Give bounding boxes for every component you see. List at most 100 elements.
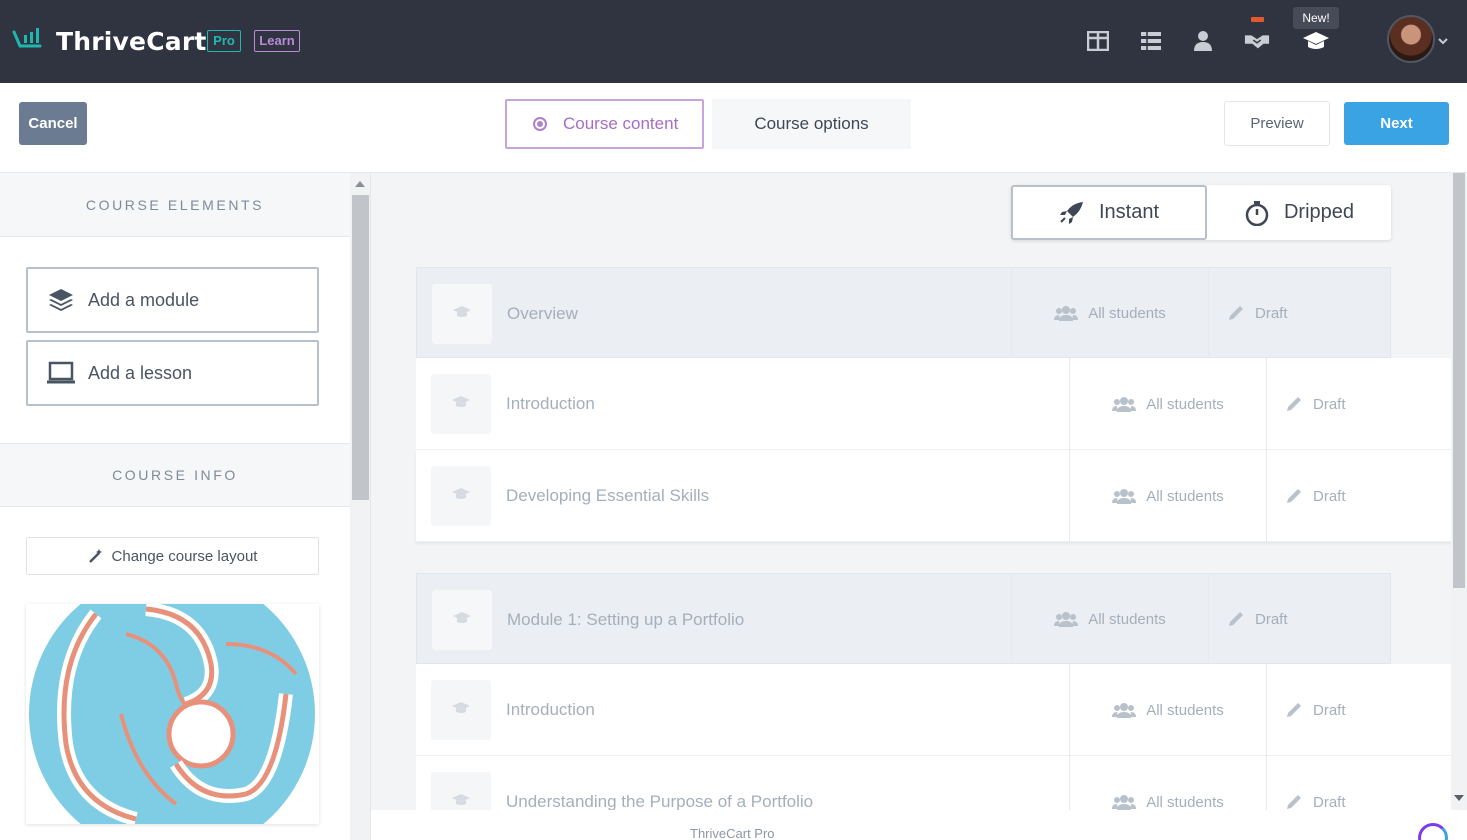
tab-course-options[interactable]: Course options xyxy=(712,99,911,149)
sidebar-scrollbar[interactable] xyxy=(350,173,371,840)
lesson-row[interactable]: Introduction All students Draft xyxy=(416,664,1451,756)
access-setting[interactable]: All students xyxy=(1069,664,1266,756)
thrivecart-logo[interactable]: ThriveCart xyxy=(12,24,207,58)
content-scrollbar[interactable] xyxy=(1451,173,1467,810)
users-icon xyxy=(1112,396,1137,412)
graduation-cap-icon xyxy=(452,395,470,413)
stopwatch-icon xyxy=(1244,200,1270,226)
dripped-option[interactable]: Dripped xyxy=(1207,185,1391,240)
preview-button[interactable]: Preview xyxy=(1224,101,1330,146)
footer-text: ThriveCart Pro xyxy=(690,826,775,840)
graduation-cap-icon xyxy=(452,487,470,505)
access-setting[interactable]: All students xyxy=(1011,268,1208,358)
lesson-row[interactable]: Introduction All students Draft xyxy=(416,358,1451,450)
access-setting[interactable]: All students xyxy=(1069,756,1266,810)
lesson-title: Understanding the Purpose of a Portfolio xyxy=(506,792,814,810)
graduation-cap-icon xyxy=(452,701,470,719)
access-label: All students xyxy=(1146,395,1224,413)
pencil-icon xyxy=(1227,304,1245,322)
users-icon xyxy=(1054,305,1079,321)
course-content-area: Instant Dripped Overview All students Dr… xyxy=(371,173,1451,810)
pencil-icon xyxy=(1285,793,1303,810)
pencil-icon xyxy=(1285,487,1303,505)
module-row[interactable]: Module 1: Setting up a Portfolio All stu… xyxy=(416,573,1391,664)
release-toggle: Instant Dripped xyxy=(1011,185,1391,240)
cart-logo-icon xyxy=(12,26,48,57)
users-icon xyxy=(1112,488,1137,504)
course-cover-image[interactable] xyxy=(26,604,319,824)
add-lesson-button[interactable]: Add a lesson xyxy=(26,340,319,406)
course-elements-heading: COURSE ELEMENTS xyxy=(0,173,350,237)
dashboard-icon[interactable] xyxy=(1085,28,1111,54)
course-sidebar: COURSE ELEMENTS Add a module Add a lesso… xyxy=(0,173,350,840)
scrollbar-thumb[interactable] xyxy=(1453,173,1465,588)
user-avatar[interactable] xyxy=(1387,15,1435,63)
graduation-cap-icon[interactable] xyxy=(1302,28,1330,54)
change-course-layout-button[interactable]: Change course layout xyxy=(26,537,319,575)
lesson-thumbnail xyxy=(431,466,491,526)
lesson-thumbnail xyxy=(431,680,491,740)
users-icon xyxy=(1112,702,1137,718)
instant-option[interactable]: Instant xyxy=(1011,185,1207,240)
add-module-label: Add a module xyxy=(88,289,200,310)
cancel-button[interactable]: Cancel xyxy=(19,102,87,145)
status-setting[interactable]: Draft xyxy=(1266,450,1446,542)
status-setting[interactable]: Draft xyxy=(1266,358,1446,450)
access-label: All students xyxy=(1146,793,1224,811)
status-label: Draft xyxy=(1313,793,1346,811)
status-label: Draft xyxy=(1313,487,1346,505)
access-setting[interactable]: All students xyxy=(1011,574,1208,664)
pencil-icon xyxy=(1285,701,1303,719)
tab-course-content[interactable]: Course content xyxy=(505,99,704,149)
pencil-icon xyxy=(1285,395,1303,413)
status-setting[interactable]: Draft xyxy=(1208,268,1388,358)
learn-badge: Learn xyxy=(254,30,300,52)
layers-icon xyxy=(46,286,76,314)
add-module-button[interactable]: Add a module xyxy=(26,267,319,333)
status-setting[interactable]: Draft xyxy=(1208,574,1388,664)
user-icon[interactable] xyxy=(1190,28,1216,54)
module-group: Overview All students Draft Introduction… xyxy=(416,267,1451,544)
access-setting[interactable]: All students xyxy=(1069,450,1266,542)
status-setting[interactable]: Draft xyxy=(1266,756,1446,810)
notification-indicator xyxy=(1251,17,1264,22)
instant-label: Instant xyxy=(1098,201,1160,223)
lesson-row[interactable]: Developing Essential Skills All students… xyxy=(416,450,1451,542)
tab-label: Course options xyxy=(754,114,869,133)
top-navigation-bar: ThriveCart Pro Learn New! xyxy=(0,0,1467,83)
lesson-title: Introduction xyxy=(506,700,595,719)
status-setting[interactable]: Draft xyxy=(1266,664,1446,756)
next-button[interactable]: Next xyxy=(1344,102,1449,145)
access-label: All students xyxy=(1088,304,1166,322)
help-widget-icon[interactable] xyxy=(1418,823,1448,840)
status-label: Draft xyxy=(1255,304,1288,322)
scrollbar-thumb[interactable] xyxy=(352,195,369,500)
editor-header: Cancel Course content Course options Pre… xyxy=(0,83,1467,173)
change-layout-label: Change course layout xyxy=(111,547,258,565)
access-setting[interactable]: All students xyxy=(1069,358,1266,450)
list-icon[interactable] xyxy=(1138,28,1164,54)
users-icon xyxy=(1112,794,1137,810)
module-group: Module 1: Setting up a Portfolio All stu… xyxy=(416,573,1451,810)
access-label: All students xyxy=(1088,610,1166,628)
rocket-icon xyxy=(1059,201,1085,225)
page-footer: ThriveCart Pro xyxy=(371,810,1467,840)
chevron-down-icon[interactable] xyxy=(1437,34,1449,46)
add-lesson-label: Add a lesson xyxy=(88,362,193,383)
users-icon xyxy=(1054,611,1079,627)
graduation-cap-icon xyxy=(453,305,471,323)
lesson-title: Introduction xyxy=(506,394,595,413)
pro-badge: Pro xyxy=(207,30,241,52)
scroll-up-icon[interactable] xyxy=(355,181,365,187)
module-title: Module 1: Setting up a Portfolio xyxy=(507,610,745,629)
graduation-cap-icon xyxy=(453,611,471,629)
access-label: All students xyxy=(1146,701,1224,719)
graduation-cap-icon xyxy=(452,793,470,810)
module-row[interactable]: Overview All students Draft xyxy=(416,267,1391,358)
module-thumbnail xyxy=(432,284,492,344)
scroll-down-icon[interactable] xyxy=(1454,795,1464,801)
module-thumbnail xyxy=(432,590,492,650)
handshake-icon[interactable] xyxy=(1244,28,1270,54)
status-label: Draft xyxy=(1313,701,1346,719)
lesson-row[interactable]: Understanding the Purpose of a Portfolio… xyxy=(416,756,1451,810)
